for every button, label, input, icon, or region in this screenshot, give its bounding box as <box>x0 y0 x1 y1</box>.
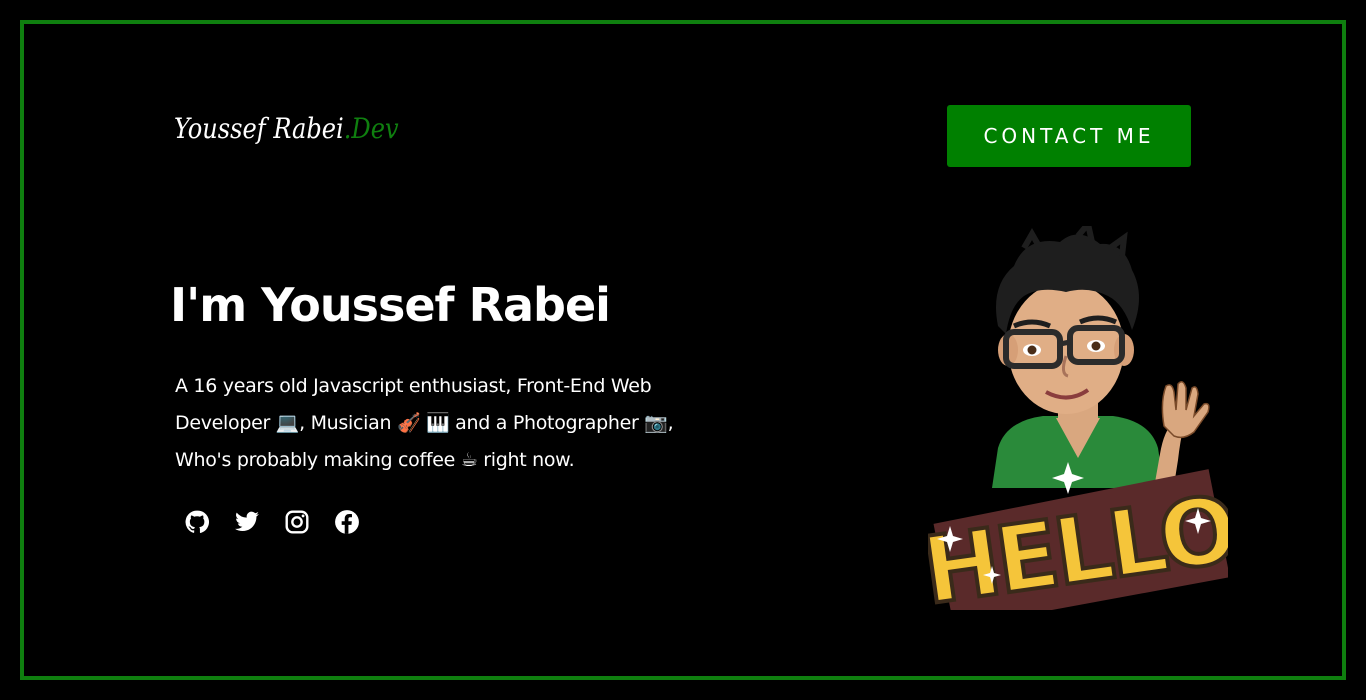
site-logo[interactable]: Youssef Rabei.Dev <box>174 112 399 145</box>
github-icon[interactable] <box>184 509 210 535</box>
instagram-icon[interactable] <box>284 509 310 535</box>
social-links <box>184 509 360 535</box>
bio-line: Developer 💻, Musician 🎻 🎹 and a Photogra… <box>175 412 674 434</box>
hero-title: I'm Youssef Rabei <box>170 278 611 332</box>
hello-sign-text: HELLO <box>928 476 1228 610</box>
logo-name: Youssef Rabei <box>174 112 344 145</box>
hero-bio: A 16 years old Javascript enthusiast, Fr… <box>175 368 755 479</box>
bio-line: A 16 years old Javascript enthusiast, Fr… <box>175 375 652 397</box>
contact-me-button[interactable]: CONTACT ME <box>947 105 1191 167</box>
logo-suffix: .Dev <box>343 112 399 145</box>
avatar-illustration: HELLO <box>928 226 1228 610</box>
facebook-icon[interactable] <box>334 509 360 535</box>
twitter-icon[interactable] <box>234 509 260 535</box>
bio-line: Who's probably making coffee ☕ right now… <box>175 449 575 471</box>
